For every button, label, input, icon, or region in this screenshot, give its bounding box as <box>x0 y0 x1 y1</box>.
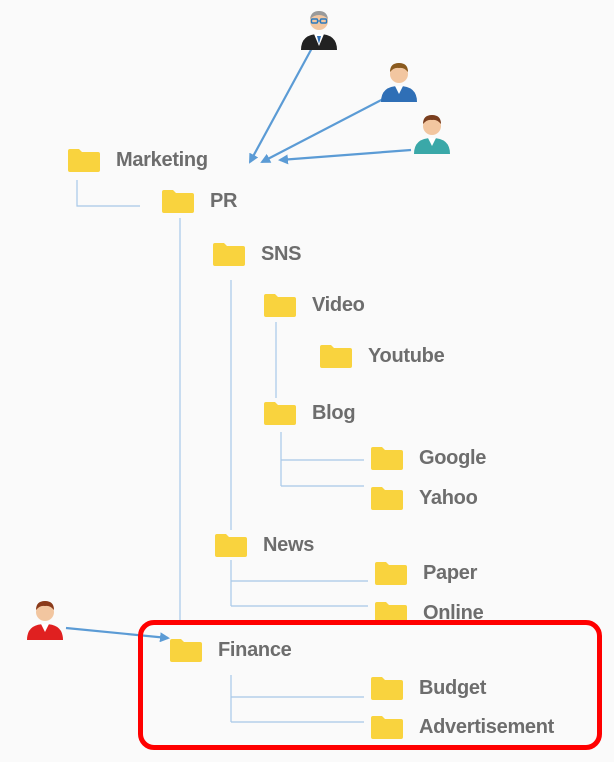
folder-sns[interactable]: SNS <box>213 241 302 267</box>
folder-yahoo[interactable]: Yahoo <box>371 485 478 511</box>
folder-pr[interactable]: PR <box>162 188 237 214</box>
folder-blog[interactable]: Blog <box>264 400 356 426</box>
folder-icon <box>162 190 194 213</box>
folder-icon <box>264 402 296 425</box>
folder-label-blog: Blog <box>312 401 356 424</box>
arrow-from-teal-user <box>278 148 412 165</box>
folder-label-news: News <box>263 533 315 556</box>
folder-marketing[interactable]: Marketing <box>68 147 208 173</box>
user-avatar-icon <box>381 63 417 102</box>
folder-label-marketing: Marketing <box>116 148 208 171</box>
finance-highlight-box <box>138 620 602 750</box>
folder-tree-diagram: Marketing PR SNS Video Youtube Blog Goog… <box>0 0 614 762</box>
folder-youtube[interactable]: Youtube <box>320 343 445 369</box>
folder-label-paper: Paper <box>423 561 478 584</box>
folder-icon <box>375 562 407 585</box>
folder-label-yahoo: Yahoo <box>419 486 478 509</box>
user-avatar-icon <box>414 115 450 154</box>
arrow-from-glasses-user <box>249 47 313 164</box>
folder-icon <box>320 345 352 368</box>
folder-paper[interactable]: Paper <box>375 560 477 586</box>
folder-icon <box>68 149 100 172</box>
folder-icon <box>371 487 403 510</box>
folder-video[interactable]: Video <box>264 292 365 318</box>
folder-label-video: Video <box>312 293 365 316</box>
user-avatar-icon <box>27 601 63 640</box>
folder-label-google: Google <box>419 446 487 469</box>
user-avatar-icon <box>301 11 337 50</box>
folder-icon <box>213 243 245 266</box>
connector-news-paper <box>230 560 368 607</box>
folder-google[interactable]: Google <box>371 445 486 471</box>
folder-icon <box>215 534 247 557</box>
connector-marketing-pr <box>76 180 140 207</box>
folder-label-youtube: Youtube <box>368 344 445 367</box>
connector-blog-google <box>280 432 364 487</box>
folder-icon <box>371 447 403 470</box>
folder-icon <box>264 294 296 317</box>
folder-label-pr: PR <box>210 189 238 212</box>
folder-label-sns: SNS <box>261 242 302 265</box>
folder-news[interactable]: News <box>215 532 314 558</box>
